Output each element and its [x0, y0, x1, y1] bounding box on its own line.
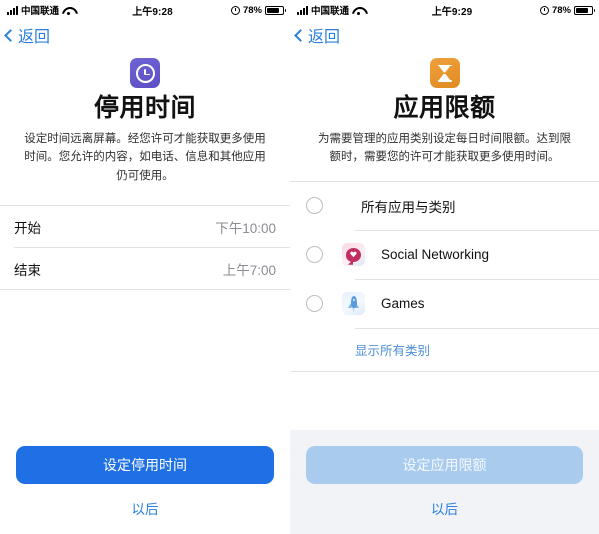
battery-percent-label: 78% [551, 4, 571, 16]
set-downtime-button[interactable]: 设定停用时间 [16, 446, 274, 484]
carrier-label: 中国联通 [311, 6, 350, 17]
status-bar-clock: 上午9:28 [132, 6, 173, 18]
back-button-label: 返回 [18, 29, 51, 46]
show-all-categories-label: 显示所有类别 [355, 344, 431, 359]
social-networking-icon [342, 243, 365, 267]
page-title: 停用时间 [93, 94, 196, 122]
content-card-app-limits: 应用限额 为需要管理的应用类别设定每日时间限额。达到限额时，需要您的许可才能获取… [290, 50, 599, 430]
nav-bar-right: 返回 [290, 20, 599, 50]
chevron-left-icon [4, 28, 17, 42]
footer-downtime: 设定停用时间 以后 [0, 290, 290, 534]
table-row-start[interactable]: 开始 下午10:00 [0, 206, 290, 248]
list-item-label: 所有应用与类别 [361, 199, 456, 215]
back-button[interactable]: 返回 [294, 23, 341, 47]
hero-downtime: 停用时间 设定时间远离屏幕。经您许可才能获取更多使用时间。您允许的内容，如电话、… [0, 50, 290, 185]
row-label: 结束 [14, 262, 41, 278]
row-value: 下午10:00 [215, 220, 276, 236]
page-subtitle: 为需要管理的应用类别设定每日时间限额。达到限额时，需要您的许可才能获取更多使用时… [318, 133, 571, 164]
screen-app-limits: 中国联通 上午9:29 78% 返回 应用限额 为需要管理的应用类别设定每日时间… [290, 0, 599, 534]
category-option-list: 所有应用与类别 Social Networking Games 显示所有类别 [290, 180, 599, 372]
list-item-games[interactable]: Games [290, 279, 599, 328]
radio-button[interactable] [306, 246, 323, 264]
list-item-label: Social Networking [381, 247, 490, 263]
wifi-icon [62, 6, 74, 15]
clock-glyph-icon [135, 63, 155, 83]
battery-percent-label: 78% [242, 4, 262, 16]
cellular-signal-icon [7, 5, 18, 15]
status-bar-right: 中国联通 上午9:29 78% [290, 0, 599, 20]
back-button[interactable]: 返回 [4, 23, 51, 47]
radio-button[interactable] [306, 295, 323, 313]
hourglass-icon [429, 58, 460, 88]
time-settings-list: 开始 下午10:00 结束 上午7:00 [0, 205, 290, 291]
status-bar-left: 中国联通 上午9:28 78% [0, 0, 290, 20]
downtime-clock-icon [130, 58, 160, 88]
later-link[interactable]: 以后 [290, 498, 599, 524]
hourglass-glyph-icon [437, 64, 452, 82]
list-item-label: Games [381, 296, 425, 312]
chevron-left-icon [294, 28, 307, 42]
dual-screenshot-container: 中国联通 上午9:28 78% 返回 停用时间 设定时间远离屏幕。经您许可才能获… [0, 0, 599, 534]
table-row-end[interactable]: 结束 上午7:00 [0, 248, 290, 290]
content-card-downtime: 停用时间 设定时间远离屏幕。经您许可才能获取更多使用时间。您允许的内容，如电话、… [0, 50, 290, 534]
row-label: 开始 [14, 220, 41, 236]
status-bar-left-group: 中国联通 [7, 3, 74, 17]
alarm-clock-icon [230, 5, 240, 15]
screen-downtime: 中国联通 上午9:28 78% 返回 停用时间 设定时间远离屏幕。经您许可才能获… [0, 0, 290, 534]
back-button-label: 返回 [308, 29, 341, 46]
divider [290, 370, 599, 372]
status-bar-clock: 上午9:29 [431, 6, 473, 18]
carrier-label: 中国联通 [21, 6, 60, 17]
games-rocket-icon [342, 292, 365, 316]
page-title: 应用限额 [393, 94, 496, 122]
row-value: 上午7:00 [222, 262, 276, 278]
hero-app-limits: 应用限额 为需要管理的应用类别设定每日时间限额。达到限额时，需要您的许可才能获取… [290, 50, 599, 167]
radio-button[interactable] [306, 197, 323, 215]
status-bar-right-group: 78% [539, 4, 595, 16]
later-link[interactable]: 以后 [0, 498, 290, 524]
cellular-signal-icon [297, 5, 308, 15]
alarm-clock-icon [539, 5, 549, 15]
list-item-social-networking[interactable]: Social Networking [290, 230, 599, 279]
nav-bar-left: 返回 [0, 20, 290, 50]
page-subtitle: 设定时间远离屏幕。经您许可才能获取更多使用时间。您允许的内容，如电话、信息和其他… [24, 133, 266, 182]
set-app-limit-button[interactable]: 设定应用限额 [306, 446, 583, 484]
battery-icon [574, 5, 595, 15]
footer-app-limits: 设定应用限额 以后 [290, 430, 599, 534]
status-bar-right-group: 78% [230, 4, 286, 16]
show-all-categories-link[interactable]: 显示所有类别 [290, 328, 599, 371]
battery-icon [265, 5, 286, 15]
list-item-all-apps[interactable]: 所有应用与类别 [290, 181, 599, 230]
status-bar-left-group: 中国联通 [297, 3, 364, 17]
wifi-icon [352, 6, 364, 15]
